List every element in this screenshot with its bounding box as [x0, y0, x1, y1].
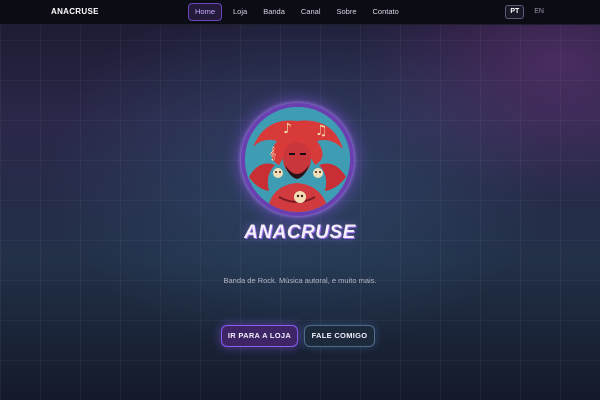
nav-item-sobre[interactable]: Sobre	[332, 3, 362, 21]
svg-text:♫: ♫	[315, 123, 328, 139]
nav-item-banda[interactable]: Banda	[258, 3, 290, 21]
band-avatar: ♪ ♫ 𝄞	[245, 107, 350, 212]
go-to-shop-button[interactable]: IR PARA A LOJA	[221, 325, 298, 347]
nav-item-home[interactable]: Home	[188, 3, 223, 21]
nav-item-loja[interactable]: Loja	[228, 3, 252, 21]
contact-me-button[interactable]: FALE COMIGO	[304, 325, 375, 347]
svg-text:♪: ♪	[283, 121, 292, 137]
language-switcher: PT EN	[500, 5, 549, 19]
hero-title: ANACRUSE	[244, 222, 356, 243]
lang-pt-button[interactable]: PT	[505, 5, 525, 19]
top-navbar: ANACRUSE Home Loja Banda Canal Sobre Con…	[0, 0, 600, 25]
nav-item-canal[interactable]: Canal	[296, 3, 326, 21]
lang-en-button[interactable]: EN	[529, 5, 549, 19]
band-logo-illustration-icon: ♪ ♫ 𝄞	[245, 107, 350, 212]
svg-text:𝄞: 𝄞	[269, 146, 276, 160]
nav-item-contato[interactable]: Contato	[368, 3, 404, 21]
hero-tagline: Banda de Rock. Música autoral, e muito m…	[223, 276, 377, 285]
main-menu: Home Loja Banda Canal Sobre Contato	[188, 3, 410, 21]
avatar-frame: ♪ ♫ 𝄞	[241, 103, 354, 216]
brand-logo[interactable]: ANACRUSE	[51, 7, 99, 16]
